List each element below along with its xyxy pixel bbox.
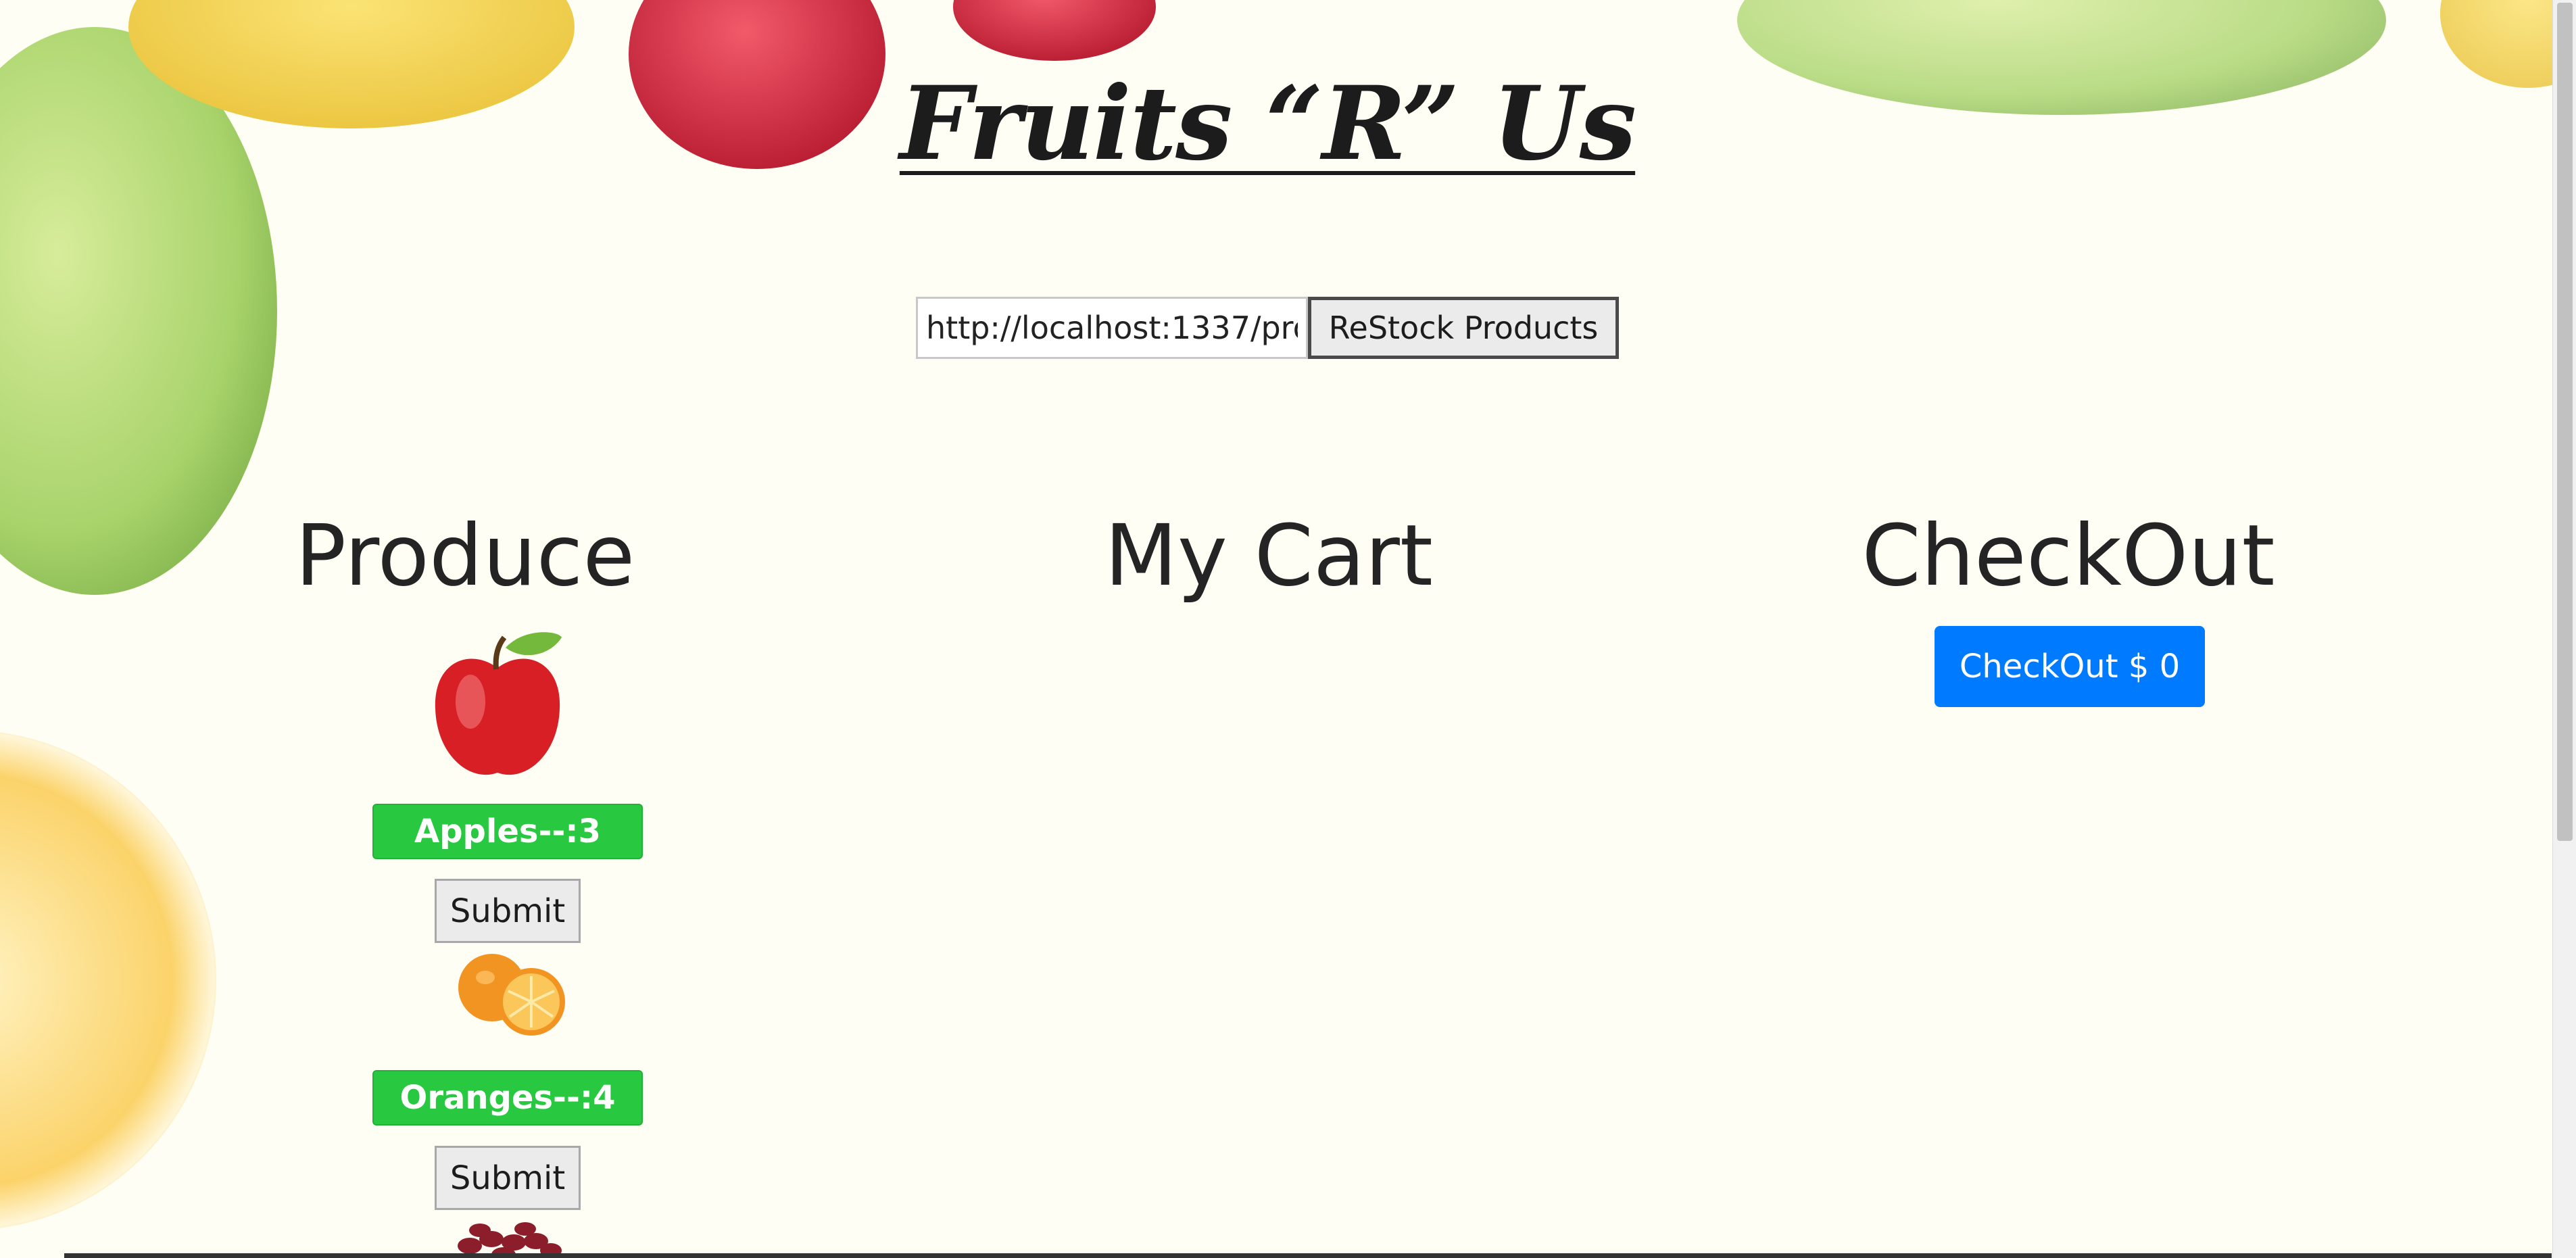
- page-title: Fruits “R” Us: [899, 64, 1636, 183]
- bottom-divider: [64, 1253, 2552, 1258]
- produce-heading: Produce: [295, 507, 635, 605]
- oranges-stock-badge[interactable]: Oranges--:4: [372, 1070, 643, 1126]
- oranges-submit-button[interactable]: Submit: [435, 1146, 581, 1210]
- apple-icon: [435, 632, 562, 775]
- scrollbar-thumb[interactable]: [2557, 3, 2573, 841]
- apples-stock-badge[interactable]: Apples--:3: [372, 804, 643, 859]
- checkout-button[interactable]: CheckOut $ 0: [1935, 626, 2205, 707]
- restock-form: ReStock Products: [916, 297, 1619, 359]
- restock-products-button[interactable]: ReStock Products: [1308, 297, 1619, 359]
- apples-submit-button[interactable]: Submit: [435, 879, 581, 943]
- orange-slice-shape: [0, 732, 216, 1228]
- orange-icon: [458, 954, 565, 1036]
- page: Fruits “R” Us ReStock Products Produce M…: [0, 0, 2576, 1258]
- vertical-scrollbar[interactable]: [2552, 0, 2576, 1258]
- restock-url-input[interactable]: [916, 297, 1308, 359]
- strawberry-top-shape: [953, 0, 1156, 61]
- checkout-heading: CheckOut: [1862, 507, 2275, 605]
- my-cart-heading: My Cart: [1104, 507, 1433, 605]
